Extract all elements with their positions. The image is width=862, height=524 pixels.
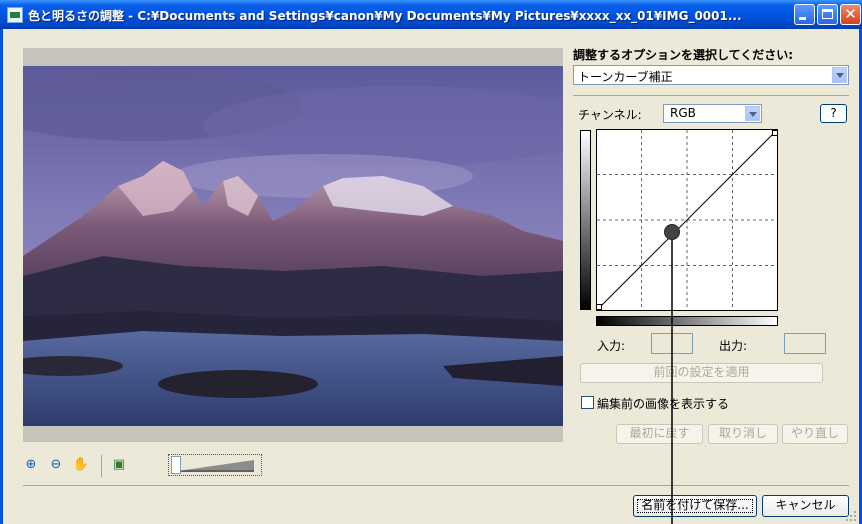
photo-preview[interactable] (23, 66, 563, 426)
close-icon: ✕ (844, 5, 857, 23)
divider (573, 95, 849, 96)
redo-button[interactable]: やり直し (782, 424, 848, 444)
options-dropdown-value: トーンカーブ補正 (578, 70, 673, 84)
input-gradient-bar (596, 316, 778, 326)
zoom-ramp-icon (178, 460, 254, 472)
fit-to-window-icon[interactable]: ▣ (110, 456, 128, 474)
chevron-down-icon[interactable] (832, 67, 847, 83)
app-icon (7, 7, 23, 23)
apply-previous-settings-button[interactable]: 前回の設定を適用 (580, 363, 823, 383)
help-button[interactable]: ? (820, 104, 847, 123)
chevron-down-icon[interactable] (745, 106, 760, 121)
zoom-slider-thumb[interactable] (171, 456, 181, 474)
channel-dropdown[interactable]: RGB (663, 104, 762, 123)
undo-button[interactable]: 取り消し (708, 424, 778, 444)
reset-button[interactable]: 最初に戻す (616, 424, 703, 444)
input-label: 入力: (597, 339, 626, 353)
show-before-checkbox[interactable] (581, 396, 594, 409)
channel-label: チャンネル: (578, 108, 642, 122)
options-label: 調整するオプションを選択してください: (573, 48, 794, 62)
hand-icon[interactable]: ✋ (72, 456, 90, 474)
zoom-out-icon[interactable]: ⊖ (47, 456, 65, 474)
output-value-field[interactable] (784, 333, 826, 354)
window-title: 色と明るさの調整 - C:¥Documents and Settings¥can… (28, 9, 742, 23)
curve-control-point[interactable] (663, 223, 681, 241)
save-as-button[interactable]: 名前を付けて保存... (633, 495, 757, 517)
cancel-button[interactable]: キャンセル (762, 495, 849, 517)
show-before-label[interactable]: 編集前の画像を表示する (597, 395, 729, 412)
channel-dropdown-value: RGB (670, 106, 696, 120)
output-gradient-bar (580, 130, 591, 310)
close-button[interactable]: ✕ (840, 4, 861, 25)
options-dropdown[interactable]: トーンカーブ補正 (573, 65, 849, 85)
divider (23, 485, 849, 486)
resize-grip-icon[interactable] (844, 509, 858, 523)
maximize-button[interactable] (817, 4, 838, 25)
window-frame-left (0, 29, 3, 524)
output-label: 出力: (719, 339, 748, 353)
callout-line (671, 233, 673, 524)
minimize-button[interactable] (794, 4, 815, 25)
curve-endpoint-white[interactable] (772, 130, 778, 136)
tone-curve-graph[interactable] (596, 129, 778, 311)
save-as-label: 名前を付けて保存... (641, 498, 749, 512)
toolbar-divider (101, 455, 102, 477)
zoom-in-icon[interactable]: ⊕ (22, 456, 40, 474)
curve-endpoint-black[interactable] (596, 304, 602, 310)
